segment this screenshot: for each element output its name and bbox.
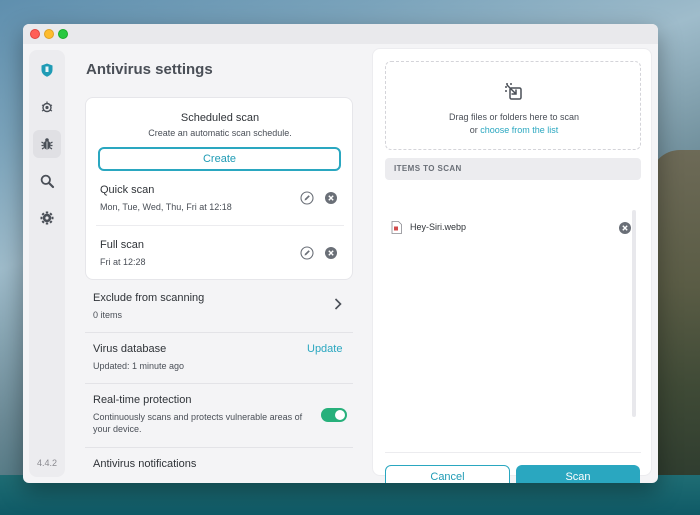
sidebar-item-settings[interactable]	[33, 204, 61, 232]
close-window-button[interactable]	[30, 29, 40, 39]
scan-panel: Drag files or folders here to scan or ch…	[372, 48, 652, 483]
sidebar-item-scan[interactable]	[33, 93, 61, 121]
row-divider	[96, 225, 344, 226]
sidebar-item-search[interactable]	[33, 167, 61, 195]
exclude-from-scanning-row[interactable]: Exclude from scanning 0 items	[93, 292, 361, 321]
items-to-scan-header: ITEMS TO SCAN	[385, 158, 641, 180]
file-icon	[391, 221, 402, 234]
scheduled-scan-subtitle: Create an automatic scan schedule.	[148, 128, 292, 138]
scheduled-scan-card: Scheduled scan Create an automatic scan …	[85, 97, 353, 280]
title-bar	[23, 24, 658, 44]
divider	[85, 383, 353, 384]
chevron-right-icon[interactable]	[333, 297, 343, 311]
setting-subtitle: Continuously scans and protects vulnerab…	[93, 412, 303, 434]
toggle-knob	[335, 410, 345, 420]
shield-icon	[41, 63, 53, 77]
scheduled-scan-title: Scheduled scan	[180, 112, 260, 124]
zoom-window-button[interactable]	[58, 29, 68, 39]
edit-icon[interactable]	[300, 191, 314, 205]
divider	[385, 452, 641, 453]
remove-item-icon[interactable]	[618, 221, 632, 235]
page-title: Antivirus settings	[86, 61, 213, 78]
drop-alternative: or choose from the list	[386, 125, 642, 135]
setting-subtitle: 0 items	[93, 310, 123, 320]
edit-icon[interactable]	[300, 246, 314, 260]
divider	[85, 447, 353, 448]
choose-from-list-link[interactable]: choose from the list	[480, 125, 558, 135]
sidebar-item-antivirus[interactable]	[33, 130, 61, 158]
antivirus-notifications-row[interactable]: Antivirus notifications	[93, 458, 361, 470]
bug-scan-icon	[41, 101, 53, 113]
divider	[85, 332, 353, 333]
sidebar-item-protection[interactable]	[33, 56, 61, 84]
update-database-link[interactable]: Update	[307, 343, 342, 355]
remove-icon[interactable]	[324, 246, 338, 260]
drop-or-text: or	[469, 125, 478, 135]
minimize-window-button[interactable]	[44, 29, 54, 39]
items-scrollbar[interactable]	[632, 210, 636, 417]
drop-files-icon	[505, 83, 522, 100]
real-time-protection-toggle[interactable]	[321, 408, 347, 422]
drop-instructions: Drag files or folders here to scan	[448, 112, 580, 122]
app-version: 4.4.2	[36, 458, 58, 468]
bug-icon	[41, 138, 53, 150]
magnifier-icon	[40, 174, 55, 189]
real-time-protection-row: Real-time protection Continuously scans …	[93, 394, 321, 435]
setting-title: Real-time protection	[93, 394, 192, 406]
cancel-button[interactable]: Cancel	[385, 465, 510, 483]
remove-icon[interactable]	[324, 191, 338, 205]
gear-icon	[40, 211, 54, 225]
sidebar: 4.4.2	[29, 50, 65, 477]
file-name: Hey-Siri.webp	[410, 222, 467, 232]
setting-subtitle: Updated: 1 minute ago	[93, 361, 185, 371]
drop-zone[interactable]: Drag files or folders here to scan or ch…	[385, 61, 641, 150]
setting-title: Exclude from scanning	[93, 292, 205, 304]
app-window: 4.4.2 Antivirus settings Scheduled scan …	[23, 24, 658, 483]
scan-button[interactable]: Scan	[516, 465, 640, 483]
setting-title: Antivirus notifications	[93, 458, 197, 470]
create-schedule-button[interactable]: Create	[98, 147, 341, 171]
